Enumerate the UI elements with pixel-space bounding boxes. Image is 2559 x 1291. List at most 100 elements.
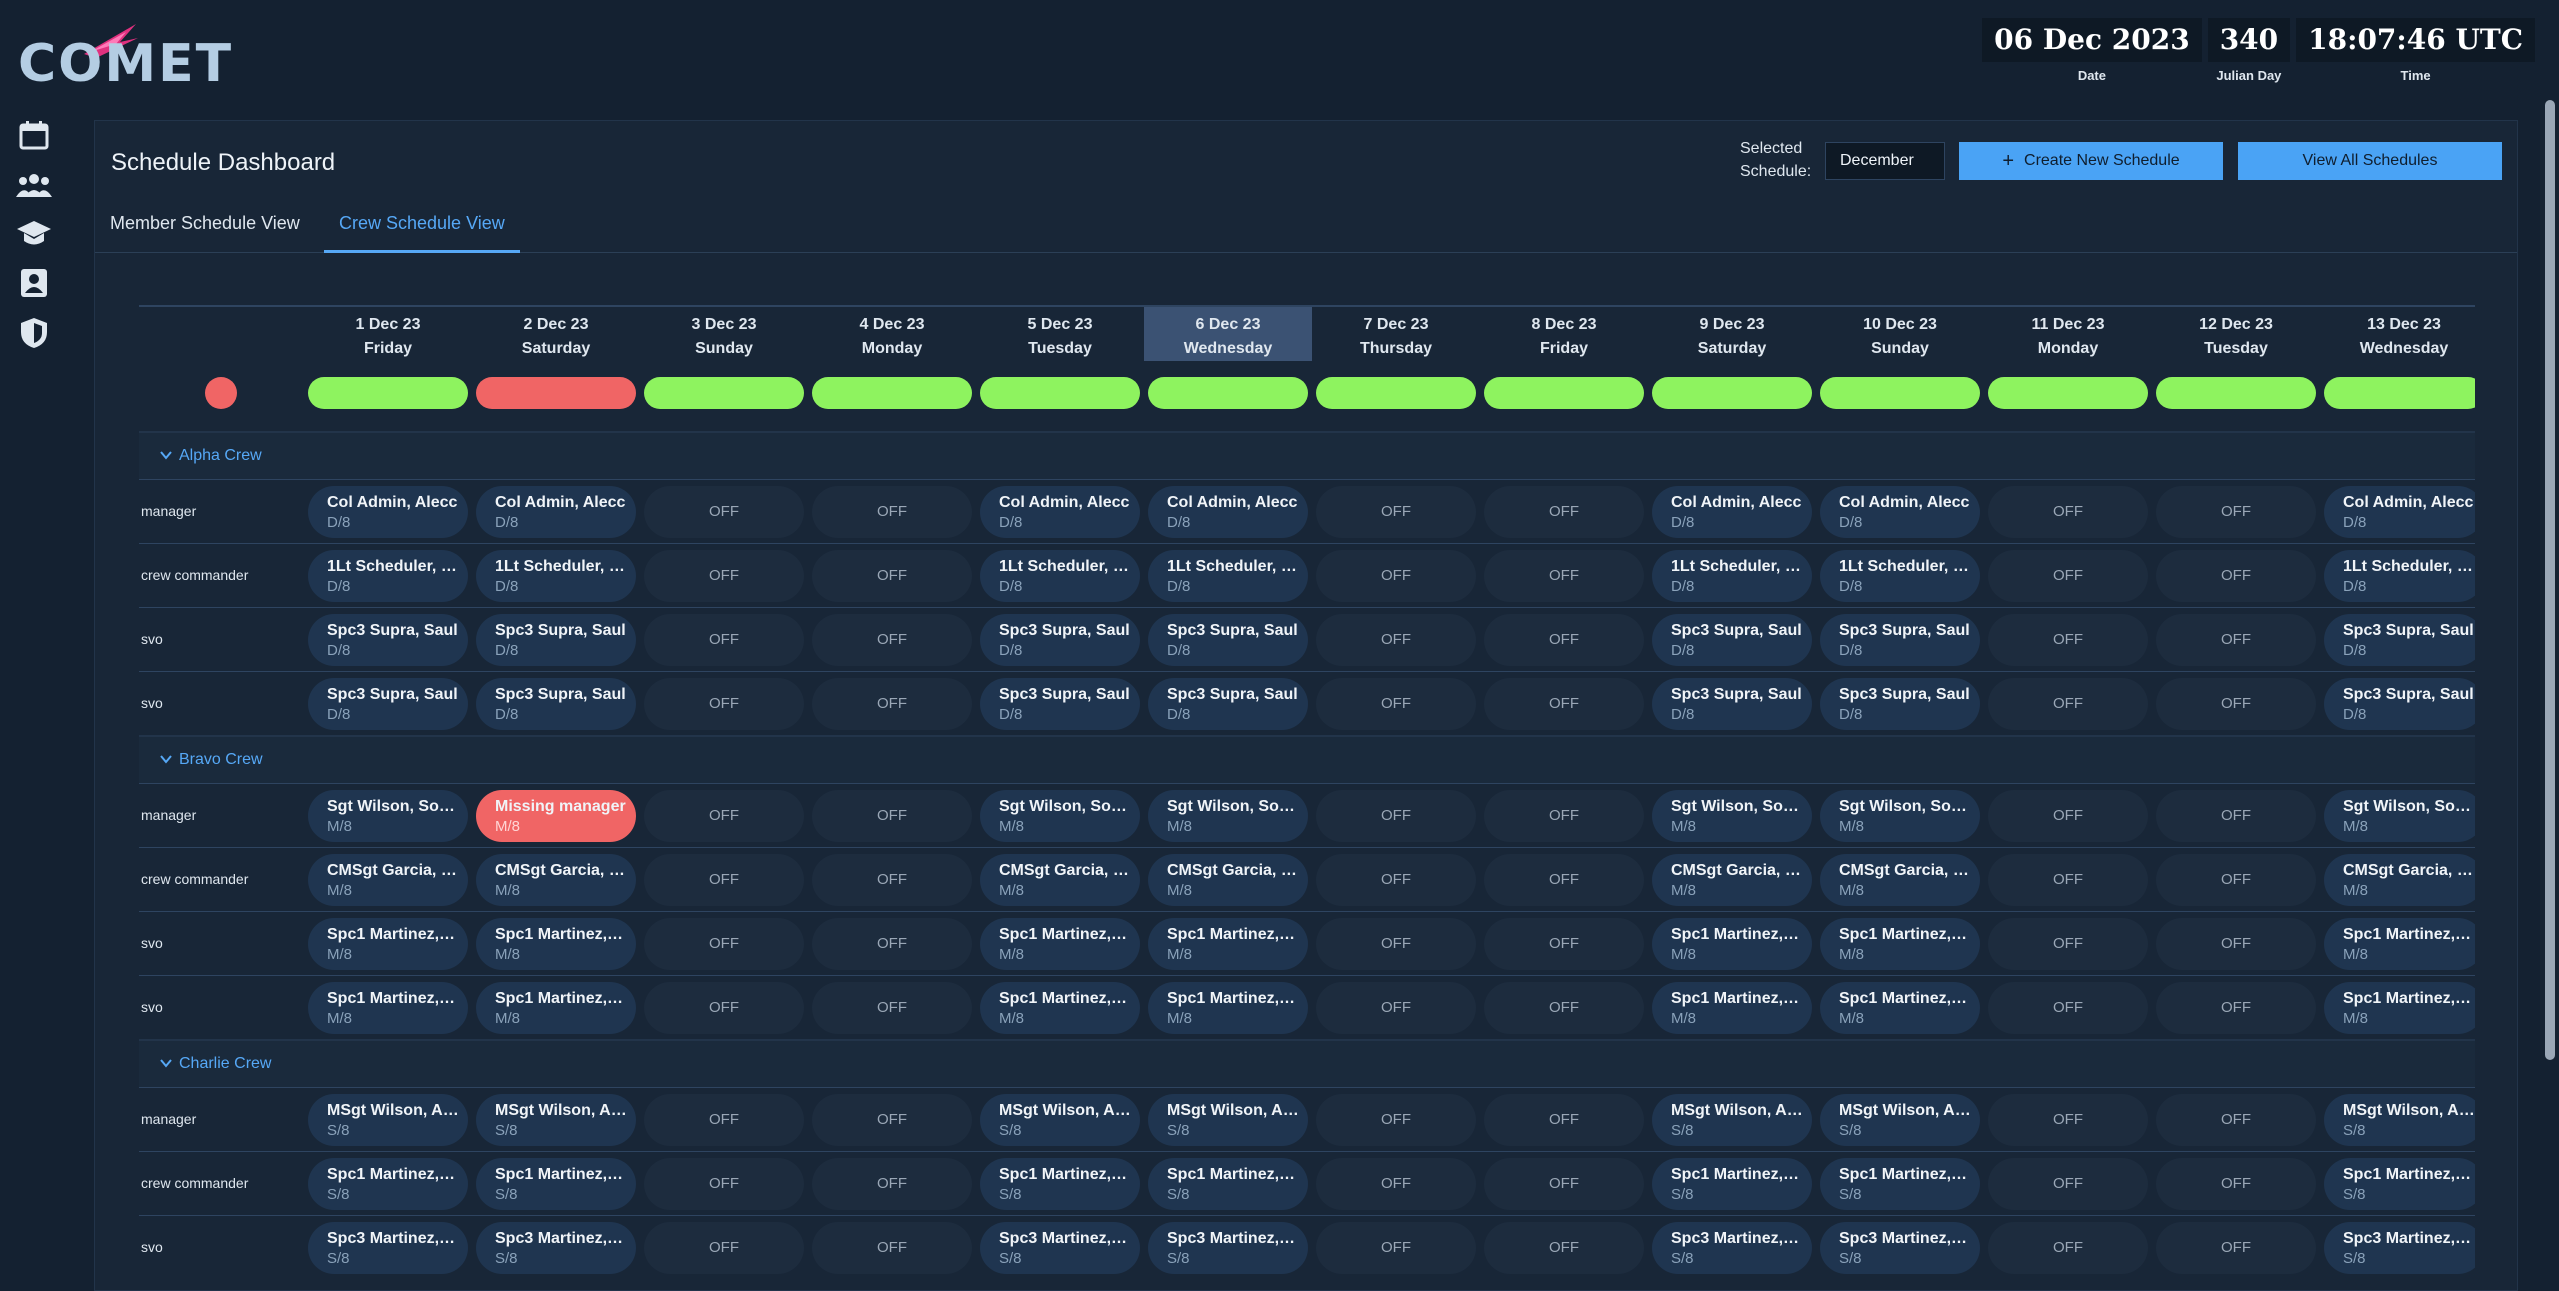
shift-cell[interactable]: Col Admin, Alecc D/8 bbox=[980, 486, 1140, 538]
shift-cell[interactable]: Sgt Wilson, Sop... M/8 bbox=[1148, 790, 1308, 842]
day-header[interactable]: 12 Dec 23 Tuesday bbox=[2152, 307, 2320, 361]
shift-cell[interactable]: CMSgt Garcia, J... M/8 bbox=[1652, 854, 1812, 906]
shift-cell[interactable]: Spc1 Martinez, J... M/8 bbox=[1148, 982, 1308, 1034]
shift-cell[interactable]: Spc3 Supra, Saul D/8 bbox=[1820, 614, 1980, 666]
comet-logo[interactable]: COMET bbox=[18, 20, 231, 94]
off-cell[interactable]: OFF bbox=[1316, 790, 1476, 842]
off-cell[interactable]: OFF bbox=[1316, 1094, 1476, 1146]
shift-cell[interactable]: 1Lt Scheduler, S... D/8 bbox=[476, 550, 636, 602]
shift-cell[interactable]: Spc1 Martinez, J... S/8 bbox=[1820, 1158, 1980, 1210]
off-cell[interactable]: OFF bbox=[2156, 1094, 2316, 1146]
off-cell[interactable]: OFF bbox=[1316, 854, 1476, 906]
off-cell[interactable]: OFF bbox=[812, 1094, 972, 1146]
off-cell[interactable]: OFF bbox=[1988, 1158, 2148, 1210]
shift-cell[interactable]: Spc1 Martinez, J... M/8 bbox=[2324, 918, 2475, 970]
off-cell[interactable]: OFF bbox=[2156, 678, 2316, 730]
view-all-schedules-button[interactable]: View All Schedules bbox=[2238, 142, 2502, 180]
shift-cell[interactable]: Sgt Wilson, Sop... M/8 bbox=[1820, 790, 1980, 842]
shift-cell[interactable]: Spc1 Martinez, J... S/8 bbox=[1652, 1158, 1812, 1210]
off-cell[interactable]: OFF bbox=[644, 982, 804, 1034]
shift-cell[interactable]: Spc1 Martinez, J... M/8 bbox=[476, 982, 636, 1034]
off-cell[interactable]: OFF bbox=[1316, 982, 1476, 1034]
shift-cell[interactable]: Missing manager M/8 bbox=[476, 790, 636, 842]
off-cell[interactable]: OFF bbox=[2156, 486, 2316, 538]
shift-cell[interactable]: Spc3 Supra, Saul D/8 bbox=[2324, 614, 2475, 666]
day-header[interactable]: 3 Dec 23 Sunday bbox=[640, 307, 808, 361]
crew-header[interactable]: Alpha Crew bbox=[139, 431, 2475, 479]
shift-cell[interactable]: MSgt Wilson, Al... S/8 bbox=[1652, 1094, 1812, 1146]
off-cell[interactable]: OFF bbox=[812, 1158, 972, 1210]
shift-cell[interactable]: Spc1 Martinez, J... M/8 bbox=[1820, 982, 1980, 1034]
shift-cell[interactable]: 1Lt Scheduler, S... D/8 bbox=[308, 550, 468, 602]
shift-cell[interactable]: Spc1 Martinez, J... S/8 bbox=[980, 1158, 1140, 1210]
off-cell[interactable]: OFF bbox=[644, 1222, 804, 1274]
off-cell[interactable]: OFF bbox=[2156, 918, 2316, 970]
off-cell[interactable]: OFF bbox=[2156, 1222, 2316, 1274]
off-cell[interactable]: OFF bbox=[1484, 918, 1644, 970]
shift-cell[interactable]: Spc1 Martinez, J... S/8 bbox=[2324, 1158, 2475, 1210]
off-cell[interactable]: OFF bbox=[1316, 1158, 1476, 1210]
day-header[interactable]: 5 Dec 23 Tuesday bbox=[976, 307, 1144, 361]
shift-cell[interactable]: CMSgt Garcia, J... M/8 bbox=[308, 854, 468, 906]
off-cell[interactable]: OFF bbox=[2156, 550, 2316, 602]
off-cell[interactable]: OFF bbox=[2156, 790, 2316, 842]
off-cell[interactable]: OFF bbox=[1484, 790, 1644, 842]
create-schedule-button[interactable]: + Create New Schedule bbox=[1959, 142, 2223, 180]
off-cell[interactable]: OFF bbox=[1988, 982, 2148, 1034]
off-cell[interactable]: OFF bbox=[1484, 678, 1644, 730]
scrollbar[interactable] bbox=[2545, 100, 2555, 1060]
graduation-cap-icon[interactable] bbox=[16, 215, 52, 251]
off-cell[interactable]: OFF bbox=[1988, 918, 2148, 970]
shift-cell[interactable]: Spc3 Martinez, I... S/8 bbox=[1820, 1222, 1980, 1274]
shift-cell[interactable]: Spc1 Martinez, J... M/8 bbox=[476, 918, 636, 970]
off-cell[interactable]: OFF bbox=[1484, 982, 1644, 1034]
shift-cell[interactable]: 1Lt Scheduler, S... D/8 bbox=[980, 550, 1140, 602]
shift-cell[interactable]: Spc3 Supra, Saul D/8 bbox=[1148, 614, 1308, 666]
shift-cell[interactable]: Spc1 Martinez, J... M/8 bbox=[1652, 918, 1812, 970]
day-header[interactable]: 13 Dec 23 Wednesday bbox=[2320, 307, 2475, 361]
shift-cell[interactable]: Spc1 Martinez, J... S/8 bbox=[1148, 1158, 1308, 1210]
off-cell[interactable]: OFF bbox=[2156, 1158, 2316, 1210]
day-header[interactable]: 8 Dec 23 Friday bbox=[1480, 307, 1648, 361]
off-cell[interactable]: OFF bbox=[1316, 678, 1476, 730]
off-cell[interactable]: OFF bbox=[644, 486, 804, 538]
off-cell[interactable]: OFF bbox=[1484, 1158, 1644, 1210]
off-cell[interactable]: OFF bbox=[812, 550, 972, 602]
shift-cell[interactable]: Spc3 Supra, Saul D/8 bbox=[2324, 678, 2475, 730]
off-cell[interactable]: OFF bbox=[644, 1094, 804, 1146]
users-icon[interactable] bbox=[16, 167, 52, 203]
shift-cell[interactable]: 1Lt Scheduler, S... D/8 bbox=[2324, 550, 2475, 602]
shift-cell[interactable]: MSgt Wilson, Al... S/8 bbox=[1148, 1094, 1308, 1146]
shift-cell[interactable]: Spc3 Martinez, I... S/8 bbox=[308, 1222, 468, 1274]
off-cell[interactable]: OFF bbox=[1316, 918, 1476, 970]
shift-cell[interactable]: Spc3 Martinez, I... S/8 bbox=[2324, 1222, 2475, 1274]
off-cell[interactable]: OFF bbox=[1484, 854, 1644, 906]
off-cell[interactable]: OFF bbox=[1316, 486, 1476, 538]
shift-cell[interactable]: Spc1 Martinez, J... S/8 bbox=[476, 1158, 636, 1210]
shift-cell[interactable]: Spc1 Martinez, J... M/8 bbox=[980, 982, 1140, 1034]
tab-crew-schedule-view[interactable]: Crew Schedule View bbox=[324, 201, 520, 253]
shift-cell[interactable]: Spc3 Supra, Saul D/8 bbox=[980, 614, 1140, 666]
off-cell[interactable]: OFF bbox=[1988, 486, 2148, 538]
off-cell[interactable]: OFF bbox=[644, 678, 804, 730]
off-cell[interactable]: OFF bbox=[1484, 1094, 1644, 1146]
calendar-icon[interactable] bbox=[16, 117, 52, 153]
shift-cell[interactable]: Sgt Wilson, Sop... M/8 bbox=[1652, 790, 1812, 842]
tab-member-schedule-view[interactable]: Member Schedule View bbox=[95, 201, 315, 253]
off-cell[interactable]: OFF bbox=[1484, 1222, 1644, 1274]
shift-cell[interactable]: Spc1 Martinez, J... M/8 bbox=[2324, 982, 2475, 1034]
off-cell[interactable]: OFF bbox=[1316, 550, 1476, 602]
shift-cell[interactable]: MSgt Wilson, Al... S/8 bbox=[308, 1094, 468, 1146]
shift-cell[interactable]: Spc3 Martinez, I... S/8 bbox=[476, 1222, 636, 1274]
off-cell[interactable]: OFF bbox=[812, 614, 972, 666]
shift-cell[interactable]: Spc1 Martinez, J... M/8 bbox=[1652, 982, 1812, 1034]
shift-cell[interactable]: 1Lt Scheduler, S... D/8 bbox=[1820, 550, 1980, 602]
crew-header[interactable]: Bravo Crew bbox=[139, 735, 2475, 783]
shift-cell[interactable]: Col Admin, Alecc D/8 bbox=[1148, 486, 1308, 538]
shift-cell[interactable]: Spc3 Martinez, I... S/8 bbox=[1652, 1222, 1812, 1274]
shift-cell[interactable]: Spc3 Supra, Saul D/8 bbox=[308, 678, 468, 730]
shift-cell[interactable]: Spc3 Supra, Saul D/8 bbox=[1652, 678, 1812, 730]
shift-cell[interactable]: Spc3 Supra, Saul D/8 bbox=[1820, 678, 1980, 730]
crew-header[interactable]: Charlie Crew bbox=[139, 1039, 2475, 1087]
shift-cell[interactable]: Spc3 Martinez, I... S/8 bbox=[980, 1222, 1140, 1274]
